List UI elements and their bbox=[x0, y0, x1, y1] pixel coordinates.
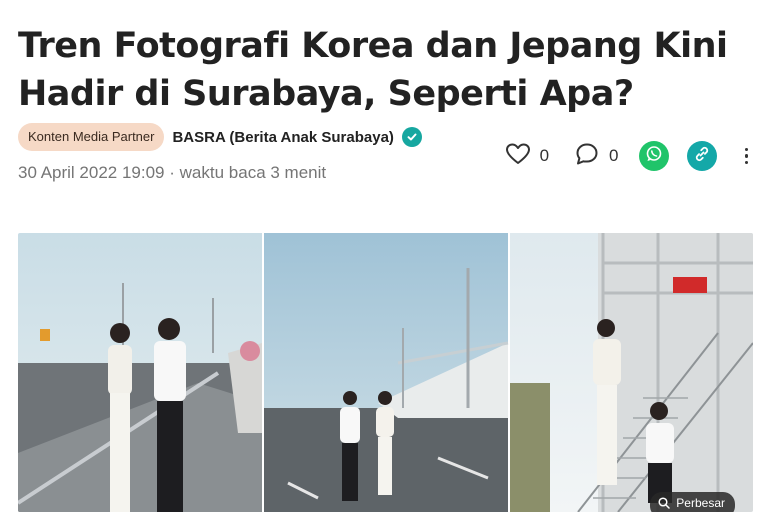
read-time: waktu baca 3 menit bbox=[179, 163, 327, 182]
media-partner-badge[interactable]: Konten Media Partner bbox=[18, 123, 165, 151]
like-button[interactable]: 0 bbox=[505, 143, 550, 170]
heart-icon bbox=[505, 143, 530, 170]
publish-date: 30 April 2022 19:09 bbox=[18, 163, 165, 182]
article-title: Tren Fotografi Korea dan Jepang Kini Had… bbox=[18, 26, 728, 114]
verified-icon bbox=[401, 127, 422, 147]
copy-link-button[interactable] bbox=[686, 141, 717, 171]
publisher-name[interactable]: BASRA (Berita Anak Surabaya) bbox=[172, 129, 393, 146]
article-meta: Konten Media Partner BASRA (Berita Anak … bbox=[18, 123, 422, 151]
whatsapp-share-button[interactable] bbox=[638, 141, 669, 171]
comment-icon bbox=[575, 142, 599, 171]
article-actions: 0 0 bbox=[505, 140, 748, 172]
more-icon[interactable] bbox=[744, 147, 748, 165]
zoom-icon bbox=[658, 497, 671, 509]
publish-info: 30 April 2022 19:09 · waktu baca 3 menit bbox=[18, 163, 326, 183]
comment-button[interactable]: 0 bbox=[575, 142, 619, 171]
article-photo[interactable]: Perbesar bbox=[18, 233, 753, 512]
photo-collage bbox=[18, 233, 753, 512]
link-icon bbox=[693, 145, 711, 168]
like-count: 0 bbox=[539, 146, 550, 165]
zoom-button[interactable]: Perbesar bbox=[650, 492, 735, 512]
zoom-label: Perbesar bbox=[676, 496, 725, 510]
comment-count: 0 bbox=[609, 146, 619, 165]
meta-separator: · bbox=[169, 163, 175, 182]
whatsapp-icon bbox=[645, 145, 663, 168]
